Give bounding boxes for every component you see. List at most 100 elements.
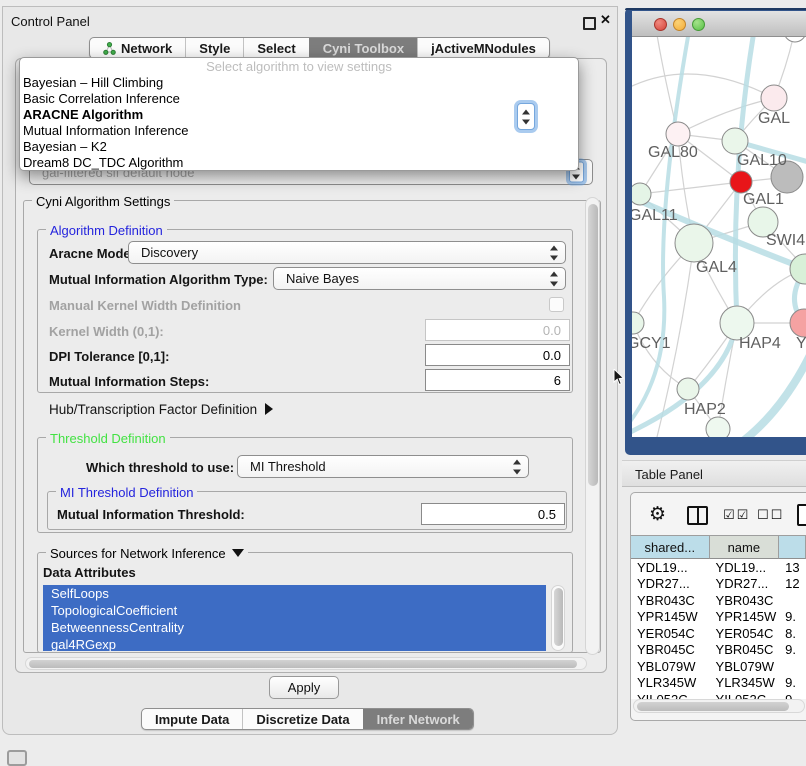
aracne-mode-value: Discovery [129,245,198,260]
network-node[interactable] [761,85,787,111]
threshold-definition-title: Threshold Definition [46,431,170,446]
table-panel-titlebar: Table Panel [622,460,806,487]
network-node[interactable] [632,312,644,334]
bottom-tab-impute-data[interactable]: Impute Data [142,709,242,729]
attributes-scrollbar-thumb[interactable] [554,588,563,646]
network-icon [103,42,116,55]
tab-select[interactable]: Select [243,38,308,58]
bottom-tab-infer-network[interactable]: Infer Network [363,709,473,729]
hub-section-toggle[interactable]: Hub/Transcription Factor Definition [49,402,273,417]
table-row[interactable]: YDL19...YDL19...13 [631,559,806,576]
which-threshold-value: MI Threshold [238,459,326,474]
close-traffic-light[interactable] [654,18,667,31]
tab-network[interactable]: Network [90,38,185,58]
settings-vertical-scrollbar-thumb[interactable] [588,204,598,486]
network-node[interactable] [666,122,690,146]
table-cell: 13 [779,559,806,576]
network-window-titlebar[interactable] [632,11,806,37]
network-node[interactable] [730,171,752,193]
sources-group-toggle[interactable]: Sources for Network Inference [46,546,248,561]
tab-cyni-toolbox[interactable]: Cyni Toolbox [309,38,417,58]
table-panel: ⚙ ☑☑ ☐☐ shared...name YDL19...YDL19...13… [630,492,806,721]
column-header[interactable]: shared... [631,535,710,559]
network-edge[interactable] [632,74,774,98]
column-header[interactable] [779,535,806,559]
table-row[interactable]: YLR345WYLR345W9. [631,675,806,692]
document-icon[interactable] [797,504,806,526]
table-cell: 9. [779,609,806,626]
table-cell: YIL052C [710,691,780,699]
mi-steps-field[interactable]: 6 [425,369,570,391]
gear-icon[interactable]: ⚙ [649,503,666,525]
mi-type-value: Naive Bayes [274,271,359,286]
inference-combo-stepper[interactable] [517,103,535,130]
network-canvas[interactable]: GALGAL80GAL10GAL1GAL11SWI4GAL4GCY1HAP4YH… [632,37,806,437]
deselect-all-checkboxes-icon[interactable]: ☐☐ [757,508,784,523]
apply-button[interactable]: Apply [269,676,339,699]
attribute-list-item[interactable]: TopologicalCoefficient [43,602,546,619]
tab-label: Cyni Toolbox [323,41,404,56]
table-row[interactable]: YDR27...YDR27...12 [631,576,806,593]
attribute-list-item[interactable]: BetweennessCentrality [43,619,546,636]
tab-jactivemnodules[interactable]: jActiveMNodules [417,38,549,58]
dropdown-item[interactable]: Bayesian – K2 [20,139,578,155]
manual-kernel-checkbox[interactable] [549,297,564,312]
settings-horizontal-scrollbar[interactable] [25,657,587,670]
network-node[interactable] [675,224,713,262]
table-row[interactable]: YBR043CYBR043C [631,592,806,609]
network-node[interactable] [632,183,651,205]
tab-label: jActiveMNodules [431,41,536,56]
minimize-traffic-light[interactable] [673,18,686,31]
mi-type-combo[interactable]: Naive Bayes [273,267,566,290]
tab-style[interactable]: Style [185,38,243,58]
attribute-list-item[interactable]: gal4RGexp [43,636,546,651]
float-window-icon[interactable] [583,17,596,30]
select-all-checkboxes-icon[interactable]: ☑☑ [723,508,750,523]
table-cell: YBR043C [631,592,710,609]
mi-threshold-group-title: MI Threshold Definition [56,485,197,500]
floating-panel-icon[interactable] [7,750,27,766]
column-header[interactable]: name [710,535,780,559]
dropdown-item[interactable]: ARACNE Algorithm [20,107,578,123]
network-graph-svg[interactable]: GALGAL80GAL10GAL1GAL11SWI4GAL4GCY1HAP4YH… [632,37,806,437]
table-horizontal-scrollbar-thumb[interactable] [637,702,789,711]
settings-vertical-scrollbar[interactable] [585,197,600,655]
network-node[interactable] [706,417,730,437]
table-row[interactable]: YPR145WYPR145W9. [631,609,806,626]
table-cell: 9. [779,642,806,659]
hub-section-label: Hub/Transcription Factor Definition [49,402,257,417]
network-edge[interactable] [640,182,741,194]
table-cell: YDL19... [631,559,710,576]
network-edge-thick[interactable] [732,351,806,437]
network-node[interactable] [722,128,748,154]
dropdown-item[interactable]: Bayesian – Hill Climbing [20,75,578,91]
combo-stepper-icon [550,271,559,286]
bottom-tab-discretize-data[interactable]: Discretize Data [242,709,362,729]
attribute-list-item[interactable]: SelfLoops [43,585,546,602]
network-node[interactable] [790,309,806,337]
table-cell: 8. [779,625,806,642]
table-row[interactable]: YBL079WYBL079W [631,658,806,675]
table-row[interactable]: YIL052CYIL052C9. [631,691,806,699]
dropdown-item[interactable]: Basic Correlation Inference [20,91,578,107]
settings-horizontal-scrollbar-thumb[interactable] [29,660,577,668]
dpi-tolerance-field[interactable]: 0.0 [425,344,570,366]
attributes-scrollbar[interactable] [551,585,565,651]
columns-icon[interactable] [687,506,708,525]
table-row[interactable]: YER054CYER054C8. [631,625,806,642]
network-node[interactable] [677,378,699,400]
close-window-icon[interactable]: ✕ [600,12,611,28]
network-node[interactable] [790,254,806,284]
table-row[interactable]: YBR045CYBR045C9. [631,642,806,659]
dropdown-item[interactable]: Mutual Information Inference [20,123,578,139]
collapse-down-icon [232,549,244,557]
dropdown-item[interactable]: Dream8 DC_TDC Algorithm [20,155,578,171]
which-threshold-combo[interactable]: MI Threshold [237,455,529,478]
table-horizontal-scrollbar[interactable] [633,699,805,713]
network-node[interactable] [784,37,806,42]
kernel-width-field[interactable]: 0.0 [425,319,570,341]
mi-threshold-field[interactable]: 0.5 [421,503,565,525]
aracne-mode-combo[interactable]: Discovery [128,241,566,264]
zoom-traffic-light[interactable] [692,18,705,31]
mi-type-label: Mutual Information Algorithm Type: [49,272,268,287]
